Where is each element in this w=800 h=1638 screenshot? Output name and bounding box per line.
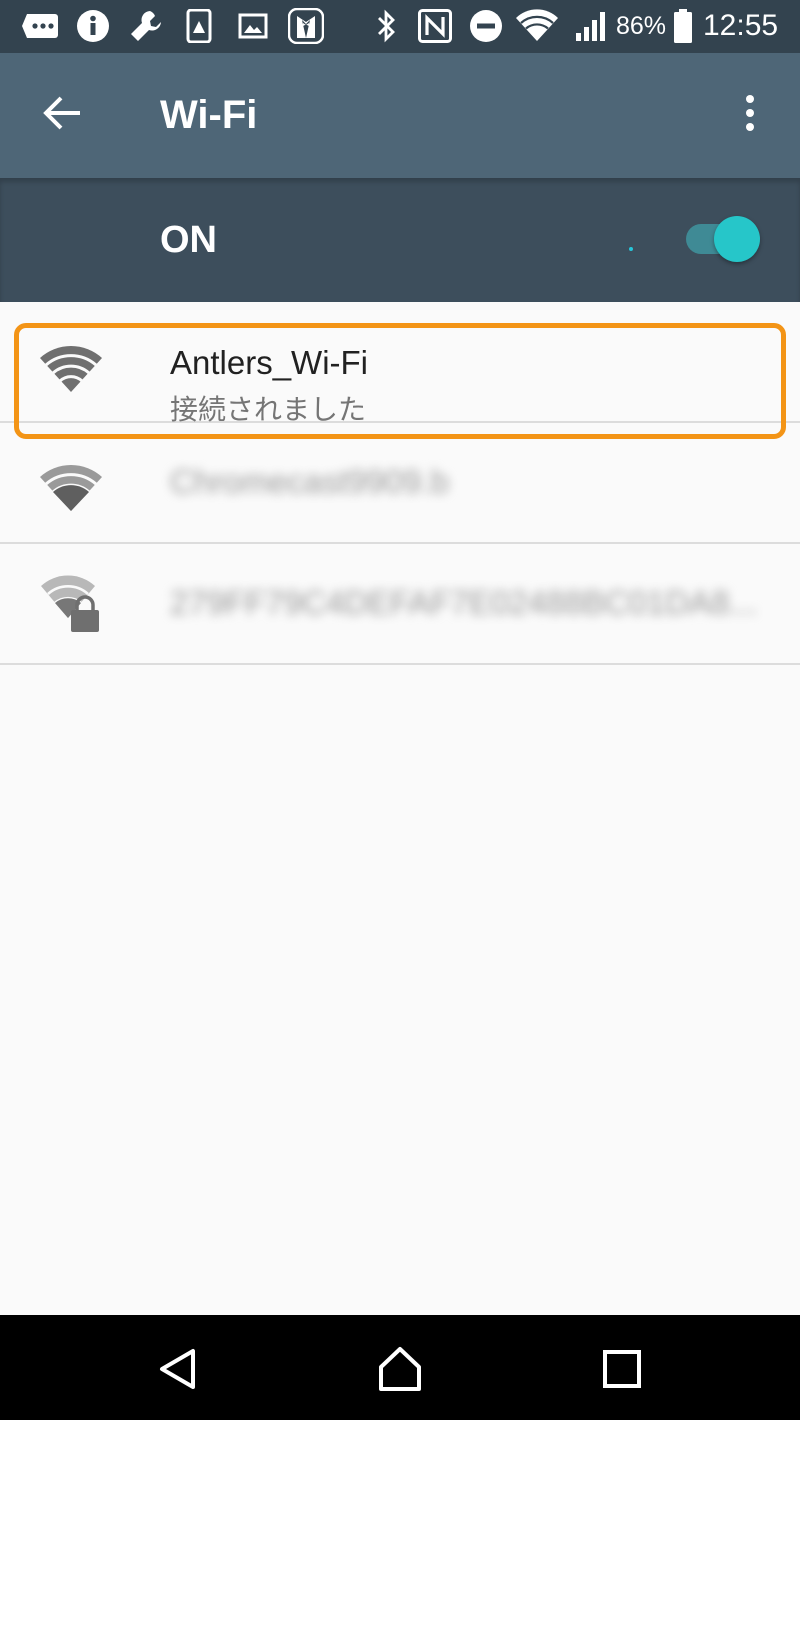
info-icon — [75, 8, 111, 44]
wifi-full-icon — [40, 464, 102, 511]
switch-state-label: ON — [160, 219, 217, 261]
toggle-thumb — [714, 216, 760, 262]
battery-percent: 86% — [616, 12, 667, 40]
page-title: Wi-Fi — [160, 93, 258, 137]
status-bar: 86% 12:55 — [0, 0, 800, 53]
bluetooth-icon — [374, 8, 400, 44]
do-not-disturb-icon — [468, 8, 504, 44]
wifi-settings-screen: 86% 12:55 Wi-Fi ON Antlers_Wi-Fi 接続されました… — [0, 0, 800, 1420]
nav-back-icon — [160, 1349, 195, 1389]
wifi-status-icon — [514, 8, 560, 44]
network-item-secured[interactable]: 279FF79C4DEFAF7E02488BC01DA8... — [0, 544, 800, 665]
gallery-icon — [236, 8, 270, 44]
nav-home-button[interactable] — [368, 1337, 432, 1401]
clock: 12:55 — [703, 9, 779, 42]
wifi-toggle[interactable] — [684, 216, 760, 262]
cell-signal-icon — [572, 8, 612, 44]
wifi-locked-icon — [41, 575, 99, 632]
nav-recents-icon — [603, 1350, 641, 1388]
more-icon — [20, 8, 60, 44]
device-image-icon — [184, 8, 214, 44]
nav-recents-button[interactable] — [590, 1337, 654, 1401]
network-status: 接続されました — [170, 393, 367, 426]
wifi-switch-bar[interactable]: ON — [0, 178, 800, 302]
network-name: 279FF79C4DEFAF7E02488BC01DA8... — [170, 584, 757, 621]
wifi-full-icon — [40, 345, 102, 392]
network-item-connected[interactable]: Antlers_Wi-Fi 接続されました — [0, 302, 800, 426]
overflow-menu-button[interactable] — [720, 83, 780, 143]
nav-home-icon — [379, 1347, 421, 1391]
battery-icon — [672, 8, 694, 44]
nav-back-button[interactable] — [146, 1337, 210, 1401]
navigation-bar — [0, 1315, 800, 1420]
nfc-icon — [416, 8, 454, 44]
more-vertical-icon — [746, 95, 754, 131]
network-name: Antlers_Wi-Fi — [170, 344, 369, 381]
arrow-left-icon — [43, 96, 80, 130]
switch-indicator-dot — [629, 247, 633, 251]
back-button[interactable] — [32, 83, 92, 143]
tuxedo-app-icon — [287, 8, 325, 44]
wrench-icon — [126, 8, 166, 44]
network-item[interactable]: Chromecast9909.b — [0, 423, 800, 544]
app-bar: Wi-Fi — [0, 53, 800, 178]
network-name: Chromecast9909.b — [170, 463, 449, 500]
